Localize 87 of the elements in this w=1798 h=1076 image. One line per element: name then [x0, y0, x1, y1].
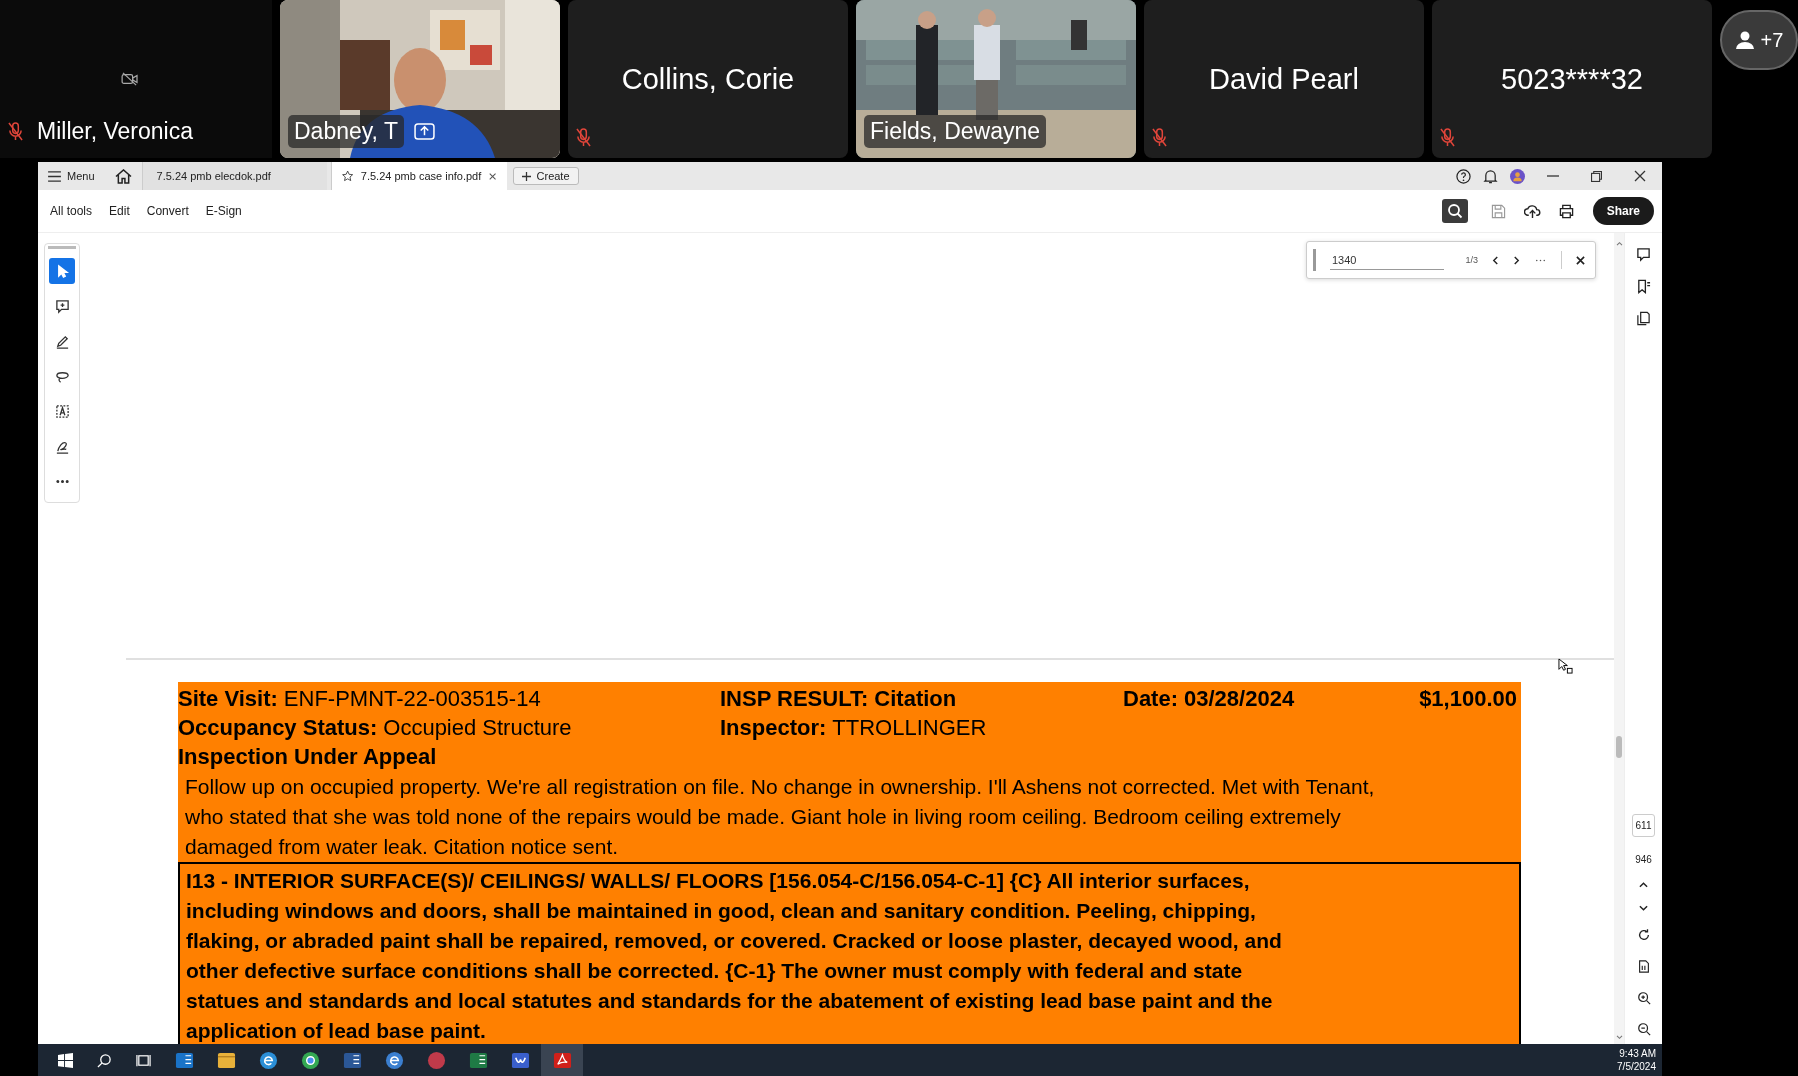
start-icon[interactable]	[58, 1052, 73, 1068]
save-icon[interactable]	[1490, 203, 1506, 219]
plus-icon[interactable]	[521, 171, 531, 181]
field-value: ENF-PMNT-22-003515-14	[283, 685, 541, 713]
amount: $1,100.00	[1419, 685, 1517, 713]
video-tile[interactable]: Collins, Corie	[568, 0, 848, 158]
tab-title: 7.5.24 pmb elecdok.pdf	[156, 170, 271, 182]
video-tile[interactable]: Fields, Dewayne	[856, 0, 1136, 158]
search-icon[interactable]	[97, 1052, 112, 1068]
participant-name: David Pearl	[1209, 62, 1359, 96]
next-page-icon[interactable]	[1639, 905, 1648, 911]
page-count: 946	[1635, 854, 1652, 865]
camera-off-icon	[121, 72, 139, 86]
menu-item[interactable]: All tools	[46, 204, 97, 218]
muted-microphone-icon	[1440, 127, 1455, 148]
video-tile[interactable]: 5023****32	[1432, 0, 1712, 158]
menu-item[interactable]: Convert	[142, 204, 193, 218]
violation-text: I13 - INTERIOR SURFACE(S)/ CEILINGS/ WALLS/ FLOORS [156.054-C/156.054-C-1] {C} All interior surfaces, including windows and doors, shall be maintained in good, clean and sanitary condition. Peeling, chipping, flaking, or abraded paint shall be repaired, removed, or covered. Cracked or loose plaster, decayed wood, and other defective surface conditions shall be corrected. {C-1} The owner must comply with federal and state statues and standards and local statutes and standards for the abatement of existing lead base paint and the application of lead base paint.	[186, 868, 1283, 1044]
help-icon[interactable]	[1456, 168, 1471, 184]
close-icon[interactable]	[489, 171, 497, 181]
field-value: TTROLLINGER	[832, 714, 987, 742]
zoom-in-icon[interactable]	[1636, 991, 1651, 1005]
video-tile[interactable]: Dabney, T	[280, 0, 560, 158]
next-match-icon[interactable]	[1513, 255, 1520, 265]
previous-match-icon[interactable]	[1492, 255, 1499, 265]
pages-icon[interactable]	[1636, 311, 1651, 326]
bookmark-icon[interactable]	[1636, 279, 1651, 294]
field-value: Occupied Structure	[383, 714, 572, 742]
home-icon[interactable]	[114, 168, 132, 184]
zoom-out-icon[interactable]	[1636, 1022, 1651, 1036]
participant-name: Fields, Dewayne	[864, 115, 1047, 148]
find-field[interactable]: 1340	[1330, 250, 1444, 270]
field-label: Occupancy Status:	[178, 714, 378, 742]
close-icon[interactable]	[1634, 170, 1646, 182]
field-label: Site Visit:	[178, 685, 278, 713]
status-heading: Inspection Under Appeal	[178, 743, 438, 771]
close-icon[interactable]	[1576, 255, 1585, 265]
field-label: Inspector:	[720, 714, 827, 742]
more-participants-button[interactable]: +7	[1720, 10, 1798, 70]
search-icon[interactable]	[1441, 199, 1468, 223]
field-label: INSP RESULT:	[720, 685, 869, 713]
field-value: 03/28/2024	[1184, 685, 1295, 713]
menu-button[interactable]: Menu	[38, 170, 105, 182]
participant-name: Collins, Corie	[621, 62, 795, 96]
share-button[interactable]: Share	[1592, 197, 1654, 225]
document-tab[interactable]: 7.5.24 pmb case info.pdf	[330, 162, 507, 190]
participant-name: 5023****32	[1501, 62, 1643, 96]
previous-page-icon[interactable]	[1639, 882, 1648, 888]
comments-icon[interactable]	[1636, 247, 1651, 262]
task-view-icon[interactable]	[136, 1052, 151, 1068]
select-tool-icon[interactable]	[49, 258, 75, 284]
restore-icon[interactable]	[1591, 170, 1602, 182]
screen-share-icon	[414, 123, 435, 140]
video-tile[interactable]: Miller, Veronica	[0, 0, 272, 158]
participant-name: Miller, Veronica	[36, 117, 194, 146]
menu-item[interactable]: Edit	[105, 204, 134, 218]
muted-microphone-icon	[1152, 127, 1167, 148]
inspection-notes: Follow up on occupied property. We're all registration on file. No change in ownership. I'll Ashens not corrected. Met with Tenant, who stated that she was told none of the repairs would be made. Giant hole in living room ceiling. Bedroom ceiling extremely damaged from water leak. Citation notice sent.	[184, 774, 1376, 860]
field-label: Date:	[1123, 685, 1178, 713]
avatar-icon[interactable]	[1510, 168, 1525, 184]
cursor-icon	[1558, 658, 1573, 675]
clock-date[interactable]: 7/5/2024	[1617, 1060, 1656, 1073]
print-icon[interactable]	[1558, 203, 1574, 219]
video-tile[interactable]: David Pearl	[1144, 0, 1424, 158]
participant-name: Dabney, T	[288, 115, 404, 148]
rotate-icon[interactable]	[1636, 928, 1651, 942]
scroll-down-icon[interactable]	[1615, 1035, 1623, 1040]
muted-microphone-icon	[8, 121, 23, 142]
muted-microphone-icon	[576, 127, 591, 148]
menu-item[interactable]: E-Sign	[201, 204, 246, 218]
match-count: 1/3	[1465, 255, 1478, 265]
person-icon	[1734, 30, 1755, 50]
scroll-up-icon[interactable]	[1615, 241, 1623, 246]
page-number-field[interactable]: 611	[1631, 814, 1656, 837]
scrollbar-thumb[interactable]	[1616, 736, 1622, 758]
bell-icon[interactable]	[1483, 168, 1498, 184]
upload-cloud-icon[interactable]	[1523, 203, 1541, 219]
field-value: Citation	[874, 685, 957, 713]
pdf-app-icon[interactable]	[541, 1044, 583, 1076]
fit-page-icon[interactable]	[1636, 959, 1651, 974]
tab-title: 7.5.24 pmb case info.pdf	[360, 170, 482, 182]
create-button[interactable]: Create	[512, 167, 579, 185]
document-tab[interactable]: 7.5.24 pmb elecdok.pdf	[141, 162, 327, 190]
menu-icon[interactable]	[48, 170, 61, 182]
star-icon[interactable]	[341, 169, 353, 183]
clock-time[interactable]: 9:43 AM	[1619, 1047, 1656, 1060]
more-options-icon[interactable]	[1534, 258, 1547, 262]
